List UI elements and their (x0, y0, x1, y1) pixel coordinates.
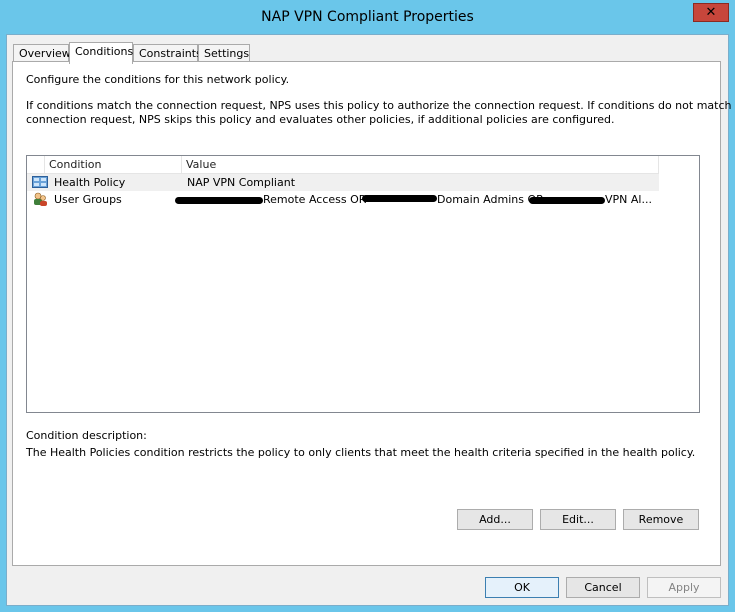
icon-column-header (27, 156, 45, 173)
explain-text-line2: connection request, NPS skips this polic… (26, 113, 615, 126)
column-header-condition[interactable]: Condition (45, 156, 182, 173)
health-policy-icon (32, 176, 48, 188)
table-row[interactable]: User Groups Remote Access OR Domain Admi… (27, 191, 659, 208)
conditions-panel: Configure the conditions for this networ… (12, 61, 735, 566)
condition-cell: User Groups (54, 193, 122, 206)
explain-text-line1: If conditions match the connection reque… (26, 99, 735, 112)
ok-button[interactable]: OK (485, 577, 559, 598)
value-part-3: VPN Al... (605, 193, 652, 206)
add-button[interactable]: Add... (457, 509, 533, 530)
condition-description-label: Condition description: (26, 429, 147, 442)
window-title: NAP VPN Compliant Properties (261, 9, 474, 25)
dialog-client-area: Overview Conditions Constraints Settings… (6, 34, 735, 606)
conditions-list[interactable]: Condition Value Health Policy NAP VPN Co… (26, 155, 700, 413)
intro-text: Configure the conditions for this networ… (26, 73, 290, 86)
properties-dialog: NAP VPN Compliant Properties ✕ Overview … (0, 0, 735, 612)
tab-constraints[interactable]: Constraints (133, 44, 202, 62)
redaction-mark (529, 197, 605, 204)
redaction-mark (362, 195, 437, 202)
tab-overview[interactable]: Overview (13, 44, 71, 62)
cancel-button[interactable]: Cancel (566, 577, 640, 598)
user-groups-icon (34, 192, 47, 206)
apply-button[interactable]: Apply (647, 577, 721, 598)
column-header-value[interactable]: Value (182, 156, 659, 173)
table-row[interactable]: Health Policy NAP VPN Compliant (27, 174, 659, 191)
value-part-2: Domain Admins OR (437, 193, 544, 206)
condition-cell: Health Policy (54, 176, 126, 189)
redaction-mark (175, 197, 263, 204)
tab-settings[interactable]: Settings (198, 44, 250, 62)
condition-description-text: The Health Policies condition restricts … (26, 446, 696, 459)
value-cell: NAP VPN Compliant (187, 176, 296, 189)
remove-button[interactable]: Remove (623, 509, 699, 530)
close-icon: ✕ (705, 5, 717, 20)
edit-button[interactable]: Edit... (540, 509, 616, 530)
tab-conditions[interactable]: Conditions (69, 42, 133, 64)
value-part-1: Remote Access OR (263, 193, 367, 206)
close-button[interactable]: ✕ (693, 3, 729, 22)
list-header: Condition Value (27, 156, 659, 174)
